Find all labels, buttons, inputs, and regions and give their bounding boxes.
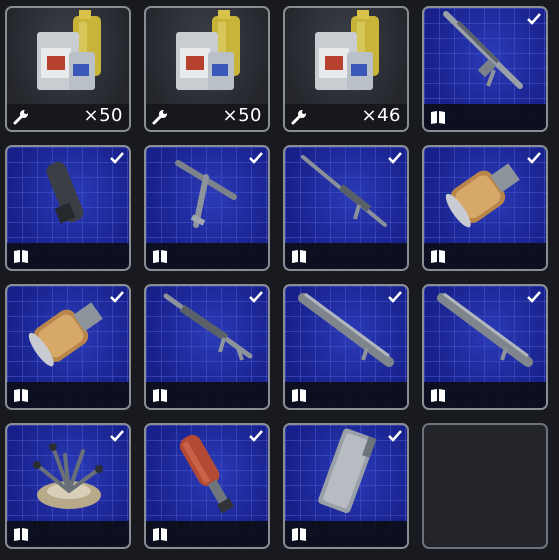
slot-footer xyxy=(424,243,546,269)
inventory-slot-blueprint-gatling-barrel[interactable] xyxy=(422,284,548,410)
slot-footer xyxy=(146,243,268,269)
slot-footer xyxy=(7,243,129,269)
slot-footer: ×46 xyxy=(285,104,407,130)
inventory-slot-blueprint-rifle-scoped[interactable] xyxy=(422,6,548,132)
book-icon xyxy=(14,389,28,402)
checkmark-icon xyxy=(527,291,541,303)
slot-footer xyxy=(285,382,407,408)
slot-footer xyxy=(424,104,546,130)
slot-footer xyxy=(424,382,546,408)
checkmark-icon xyxy=(249,291,263,303)
inventory-slot-blueprint-armor-plate[interactable] xyxy=(283,423,409,549)
book-icon xyxy=(14,250,28,263)
book-icon xyxy=(153,250,167,263)
slot-footer: ×50 xyxy=(7,104,129,130)
item-quantity: ×46 xyxy=(361,105,401,126)
slot-footer xyxy=(146,382,268,408)
book-icon xyxy=(14,528,28,541)
inventory-slot-blueprint-cylinder-part[interactable] xyxy=(5,145,131,271)
book-icon xyxy=(431,389,445,402)
book-icon xyxy=(431,250,445,263)
wrench-icon xyxy=(152,110,167,125)
inventory-slot-blueprint-jet-engine-part[interactable] xyxy=(5,284,131,410)
inventory-slot-blueprint-heavy-rifle[interactable] xyxy=(144,284,270,410)
checkmark-icon xyxy=(527,152,541,164)
wrench-icon xyxy=(13,110,28,125)
checkmark-icon xyxy=(249,430,263,442)
oil-canisters-icon xyxy=(37,10,101,90)
checkmark-icon xyxy=(110,430,124,442)
inventory-slot-blueprint-pronged-device[interactable] xyxy=(5,423,131,549)
item-quantity: ×50 xyxy=(222,105,262,126)
oil-canisters-icon xyxy=(315,10,379,90)
checkmark-icon xyxy=(110,152,124,164)
oil-canisters-icon xyxy=(176,10,240,90)
book-icon xyxy=(292,250,306,263)
slot-footer xyxy=(285,521,407,547)
checkmark-icon xyxy=(388,430,402,442)
checkmark-icon xyxy=(388,291,402,303)
book-icon xyxy=(153,389,167,402)
book-icon xyxy=(431,111,445,124)
inventory-slot-blueprint-long-rifle[interactable] xyxy=(283,145,409,271)
slot-footer xyxy=(7,521,129,547)
inventory-slot-blueprint-gatling-barrel[interactable] xyxy=(283,284,409,410)
inventory-slot-oil-canisters[interactable]: ×46 xyxy=(283,6,409,132)
inventory-slot-oil-canisters[interactable]: ×50 xyxy=(5,6,131,132)
checkmark-icon xyxy=(249,152,263,164)
slot-footer: ×50 xyxy=(146,104,268,130)
inventory-grid: ×50 ×50 ×46 xyxy=(0,0,559,560)
inventory-slot-blueprint-t-handle-tool[interactable] xyxy=(144,145,270,271)
slot-footer xyxy=(7,382,129,408)
inventory-slot-empty[interactable] xyxy=(422,423,548,549)
checkmark-icon xyxy=(388,152,402,164)
item-quantity: ×50 xyxy=(83,105,123,126)
checkmark-icon xyxy=(110,291,124,303)
inventory-slot-blueprint-fire-extinguisher-tube[interactable] xyxy=(144,423,270,549)
inventory-slot-oil-canisters[interactable]: ×50 xyxy=(144,6,270,132)
wrench-icon xyxy=(291,110,306,125)
book-icon xyxy=(153,528,167,541)
book-icon xyxy=(292,528,306,541)
inventory-slot-blueprint-jet-engine-part[interactable] xyxy=(422,145,548,271)
checkmark-icon xyxy=(527,13,541,25)
slot-footer xyxy=(146,521,268,547)
book-icon xyxy=(292,389,306,402)
slot-footer xyxy=(285,243,407,269)
